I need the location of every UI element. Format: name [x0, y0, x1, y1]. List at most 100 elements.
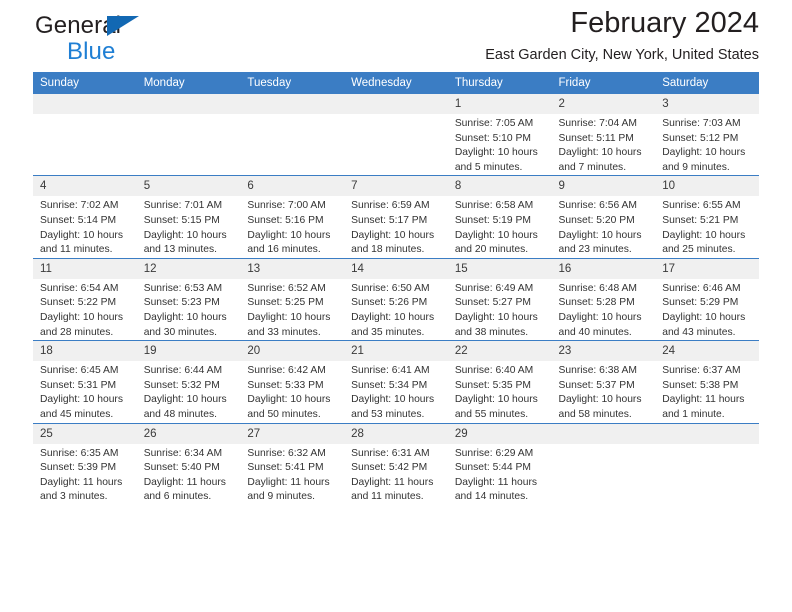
daylight-duration-line2: and 14 minutes. [454, 491, 529, 503]
page-header: General Blue February 2024 East Garden C… [33, 0, 759, 72]
calendar-day-cell[interactable]: 2 Sunrise: 7:04 AM Sunset: 5:11 PM Daylight… [551, 94, 656, 176]
calendar-day-cell[interactable]: 23 Sunrise: 6:38 AM Sunset: 5:37 PM Dayligh… [551, 340, 656, 423]
day-details: Sunrise: 6:32 AM Sunset: 5:41 PM Daylight:… [240, 444, 344, 505]
daylight-duration-line1: Daylight: 11 hours [143, 476, 226, 488]
calendar-day-cell[interactable]: 8 Sunrise: 6:58 AM Sunset: 5:19 PM Daylight… [447, 175, 552, 259]
calendar-day-cell[interactable]: 4 Sunrise: 7:02 AM Sunset: 5:14 PM Daylight… [33, 175, 137, 259]
day-number: 3 [655, 94, 759, 114]
sunset-time: Sunset: 5:40 PM [143, 462, 220, 474]
sunrise-time: Sunrise: 6:56 AM [558, 200, 637, 212]
daylight-duration-line2: and 38 minutes. [454, 326, 529, 338]
sunset-time: Sunset: 5:34 PM [351, 379, 428, 391]
sunrise-time: Sunrise: 6:48 AM [558, 282, 637, 294]
weekday-header-tuesday: Tuesday [240, 72, 345, 94]
sunset-time: Sunset: 5:33 PM [247, 379, 324, 391]
daylight-duration-line2: and 7 minutes. [558, 161, 627, 173]
calendar-day-cell[interactable]: 19 Sunrise: 6:44 AM Sunset: 5:32 PM Dayligh… [136, 340, 241, 423]
daylight-duration-line1: Daylight: 11 hours [454, 476, 538, 488]
sunrise-time: Sunrise: 7:03 AM [662, 118, 741, 129]
day-number: 15 [447, 258, 552, 279]
sunrise-time: Sunrise: 6:54 AM [40, 282, 119, 294]
daylight-duration-line1: Daylight: 10 hours [247, 229, 331, 241]
day-number: 10 [655, 176, 759, 197]
calendar-day-cell[interactable]: 10 Sunrise: 6:55 AM Sunset: 5:21 PM Dayligh… [655, 175, 759, 259]
weekday-header-saturday: Saturday [655, 72, 759, 94]
day-number: 7 [344, 176, 448, 197]
day-details: Sunrise: 6:49 AM Sunset: 5:27 PM Daylight:… [448, 279, 552, 340]
calendar-day-cell[interactable]: 29 Sunrise: 6:29 AM Sunset: 5:44 PM Dayligh… [447, 422, 552, 505]
day-number: 1 [447, 94, 552, 114]
day-details: Sunrise: 6:38 AM Sunset: 5:37 PM Daylight:… [552, 361, 656, 422]
calendar-day-cell[interactable]: 9 Sunrise: 6:56 AM Sunset: 5:20 PM Daylight… [551, 175, 656, 259]
day-details: Sunrise: 6:58 AM Sunset: 5:19 PM Daylight:… [448, 196, 552, 257]
sunset-time: Sunset: 5:14 PM [40, 214, 117, 226]
day-details: Sunrise: 6:59 AM Sunset: 5:17 PM Daylight:… [344, 196, 448, 257]
daylight-duration-line2: and 9 minutes. [247, 491, 315, 503]
sunrise-time: Sunrise: 6:59 AM [351, 200, 430, 212]
calendar-day-cell[interactable]: 16 Sunrise: 6:48 AM Sunset: 5:28 PM Dayligh… [551, 257, 656, 341]
weekday-header-monday: Monday [136, 72, 241, 94]
daylight-duration-line1: Daylight: 10 hours [558, 229, 642, 241]
sunrise-time: Sunrise: 7:05 AM [454, 118, 534, 129]
calendar-day-cell[interactable]: 26 Sunrise: 6:34 AM Sunset: 5:40 PM Dayligh… [136, 422, 241, 505]
sunrise-time: Sunrise: 6:53 AM [143, 282, 223, 294]
calendar-day-cell[interactable]: 15 Sunrise: 6:49 AM Sunset: 5:27 PM Dayligh… [447, 257, 552, 341]
daylight-duration-line1: Daylight: 10 hours [40, 229, 123, 241]
general-blue-logo[interactable]: General Blue [35, 14, 139, 64]
weekday-header-friday: Friday [551, 72, 656, 94]
sunrise-time: Sunrise: 6:49 AM [454, 282, 534, 294]
day-number: 2 [551, 94, 656, 114]
daylight-duration-line2: and 5 minutes. [454, 161, 523, 173]
sunset-time: Sunset: 5:22 PM [40, 297, 117, 309]
calendar-day-cell[interactable]: 27 Sunrise: 6:32 AM Sunset: 5:41 PM Dayligh… [240, 422, 345, 505]
daylight-duration-line2: and 45 minutes. [40, 408, 114, 420]
daylight-duration-line2: and 13 minutes. [143, 244, 217, 256]
sunset-time: Sunset: 5:28 PM [558, 297, 635, 309]
calendar-day-cell[interactable]: 14 Sunrise: 6:50 AM Sunset: 5:26 PM Dayligh… [344, 257, 448, 341]
daylight-duration-line1: Daylight: 10 hours [351, 394, 435, 406]
day-number: 20 [240, 341, 345, 362]
sunrise-time: Sunrise: 6:44 AM [143, 365, 223, 377]
day-details: Sunrise: 6:44 AM Sunset: 5:32 PM Daylight:… [137, 361, 241, 422]
sunrise-time: Sunrise: 6:40 AM [454, 365, 534, 377]
calendar-day-cell[interactable]: 12 Sunrise: 6:53 AM Sunset: 5:23 PM Dayligh… [136, 257, 241, 341]
calendar-day-cell[interactable]: 17 Sunrise: 6:46 AM Sunset: 5:29 PM Dayligh… [655, 257, 759, 341]
day-number: 11 [33, 258, 137, 279]
calendar-day-cell[interactable]: 1 Sunrise: 7:05 AM Sunset: 5:10 PM Daylight… [447, 94, 552, 176]
day-number: 13 [240, 258, 345, 279]
calendar-day-cell[interactable]: 18 Sunrise: 6:45 AM Sunset: 5:31 PM Dayligh… [33, 340, 137, 423]
daylight-duration-line1: Daylight: 10 hours [40, 394, 123, 406]
daylight-duration-line2: and 18 minutes. [351, 244, 425, 256]
daylight-duration-line2: and 23 minutes. [558, 244, 632, 256]
sunset-time: Sunset: 5:12 PM [662, 132, 739, 144]
daylight-duration-line2: and 9 minutes. [662, 161, 730, 173]
calendar-day-cell[interactable]: 25 Sunrise: 6:35 AM Sunset: 5:39 PM Dayligh… [33, 422, 137, 505]
daylight-duration-line1: Daylight: 10 hours [454, 229, 538, 241]
calendar-body: 1 Sunrise: 7:05 AM Sunset: 5:10 PM Daylight… [33, 94, 759, 505]
calendar-day-cell[interactable]: 24 Sunrise: 6:37 AM Sunset: 5:38 PM Dayligh… [655, 340, 759, 423]
calendar-day-cell[interactable]: 20 Sunrise: 6:42 AM Sunset: 5:33 PM Dayligh… [240, 340, 345, 423]
calendar-day-cell[interactable]: 6 Sunrise: 7:00 AM Sunset: 5:16 PM Daylight… [240, 175, 345, 259]
daylight-duration-line1: Daylight: 10 hours [247, 311, 331, 323]
calendar-day-cell[interactable]: 5 Sunrise: 7:01 AM Sunset: 5:15 PM Daylight… [136, 175, 241, 259]
day-details: Sunrise: 6:48 AM Sunset: 5:28 PM Daylight:… [552, 279, 656, 340]
calendar-day-cell[interactable]: 28 Sunrise: 6:31 AM Sunset: 5:42 PM Dayligh… [344, 422, 448, 505]
day-details: Sunrise: 6:35 AM Sunset: 5:39 PM Daylight:… [33, 444, 137, 505]
calendar-day-cell[interactable]: 7 Sunrise: 6:59 AM Sunset: 5:17 PM Daylight… [344, 175, 448, 259]
day-number: 27 [240, 423, 345, 444]
calendar-day-cell[interactable]: 22 Sunrise: 6:40 AM Sunset: 5:35 PM Dayligh… [447, 340, 552, 423]
sunrise-time: Sunrise: 6:58 AM [454, 200, 534, 212]
calendar-day-cell[interactable]: 11 Sunrise: 6:54 AM Sunset: 5:22 PM Dayligh… [33, 257, 137, 341]
calendar-day-cell[interactable]: 3 Sunrise: 7:03 AM Sunset: 5:12 PM Daylight… [655, 94, 759, 176]
day-details: Sunrise: 6:56 AM Sunset: 5:20 PM Daylight:… [552, 196, 656, 257]
daylight-duration-line1: Daylight: 10 hours [351, 311, 435, 323]
calendar-day-cell[interactable]: 21 Sunrise: 6:41 AM Sunset: 5:34 PM Dayligh… [344, 340, 448, 423]
calendar-day-cell[interactable]: 13 Sunrise: 6:52 AM Sunset: 5:25 PM Dayligh… [240, 257, 345, 341]
weekday-header-wednesday: Wednesday [344, 72, 448, 94]
daylight-duration-line2: and 40 minutes. [558, 326, 632, 338]
day-number: 26 [136, 423, 241, 444]
day-number: 5 [136, 176, 241, 197]
sunrise-time: Sunrise: 6:31 AM [351, 447, 430, 459]
day-details: Sunrise: 6:31 AM Sunset: 5:42 PM Daylight:… [344, 444, 448, 505]
daylight-duration-line2: and 3 minutes. [40, 491, 108, 503]
